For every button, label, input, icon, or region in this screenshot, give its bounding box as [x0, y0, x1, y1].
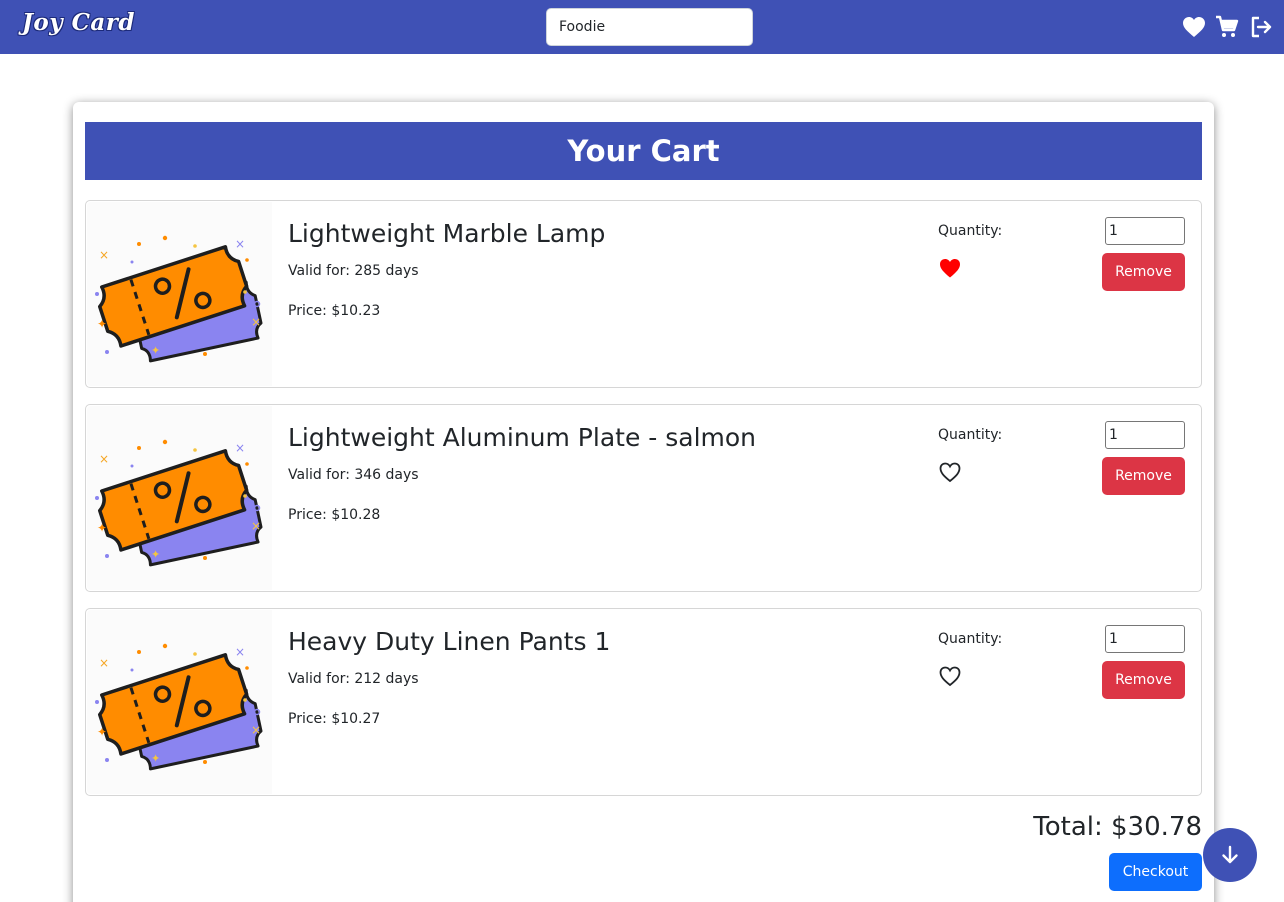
item-name: Lightweight Aluminum Plate - salmon	[288, 423, 757, 452]
search-input[interactable]	[546, 8, 753, 46]
quantity-label: Quantity:	[938, 223, 1003, 239]
brand-logo[interactable]: Joy Card	[22, 9, 135, 36]
cart-item: Lightweight Aluminum Plate - salmon Vali…	[85, 404, 1202, 592]
item-validity: Valid for: 212 days	[288, 671, 419, 687]
quantity-label: Quantity:	[938, 631, 1003, 647]
item-validity: Valid for: 346 days	[288, 467, 419, 483]
cart-total: Total: $30.78	[1033, 812, 1202, 842]
cart-icon[interactable]	[1214, 14, 1240, 40]
remove-button[interactable]: Remove	[1102, 457, 1185, 495]
quantity-input[interactable]	[1105, 217, 1185, 245]
item-validity: Valid for: 285 days	[288, 263, 419, 279]
heart-outline-icon[interactable]	[938, 461, 962, 483]
ticket-image	[87, 406, 272, 590]
remove-button[interactable]: Remove	[1102, 661, 1185, 699]
heart-outline-icon[interactable]	[938, 665, 962, 687]
scroll-down-button[interactable]	[1203, 828, 1257, 882]
ticket-image	[87, 610, 272, 794]
remove-button[interactable]: Remove	[1102, 253, 1185, 291]
item-price: Price: $10.28	[288, 507, 381, 523]
top-navbar: Joy Card	[0, 0, 1284, 54]
heart-icon[interactable]	[1181, 14, 1207, 40]
cart-item: Lightweight Marble Lamp Valid for: 285 d…	[85, 200, 1202, 388]
item-price: Price: $10.23	[288, 303, 381, 319]
quantity-label: Quantity:	[938, 427, 1003, 443]
item-name: Lightweight Marble Lamp	[288, 219, 606, 248]
logout-icon[interactable]	[1248, 14, 1274, 40]
ticket-image	[87, 202, 272, 386]
checkout-button[interactable]: Checkout	[1109, 853, 1202, 891]
heart-filled-icon[interactable]	[938, 257, 962, 279]
quantity-input[interactable]	[1105, 625, 1185, 653]
quantity-input[interactable]	[1105, 421, 1185, 449]
cart-item: Heavy Duty Linen Pants 1 Valid for: 212 …	[85, 608, 1202, 796]
item-price: Price: $10.27	[288, 711, 381, 727]
item-name: Heavy Duty Linen Pants 1	[288, 627, 611, 656]
cart-card: Your Cart Lightweight Marble Lamp Valid …	[73, 102, 1214, 902]
cart-title: Your Cart	[85, 122, 1202, 180]
arrow-down-icon	[1222, 845, 1238, 864]
